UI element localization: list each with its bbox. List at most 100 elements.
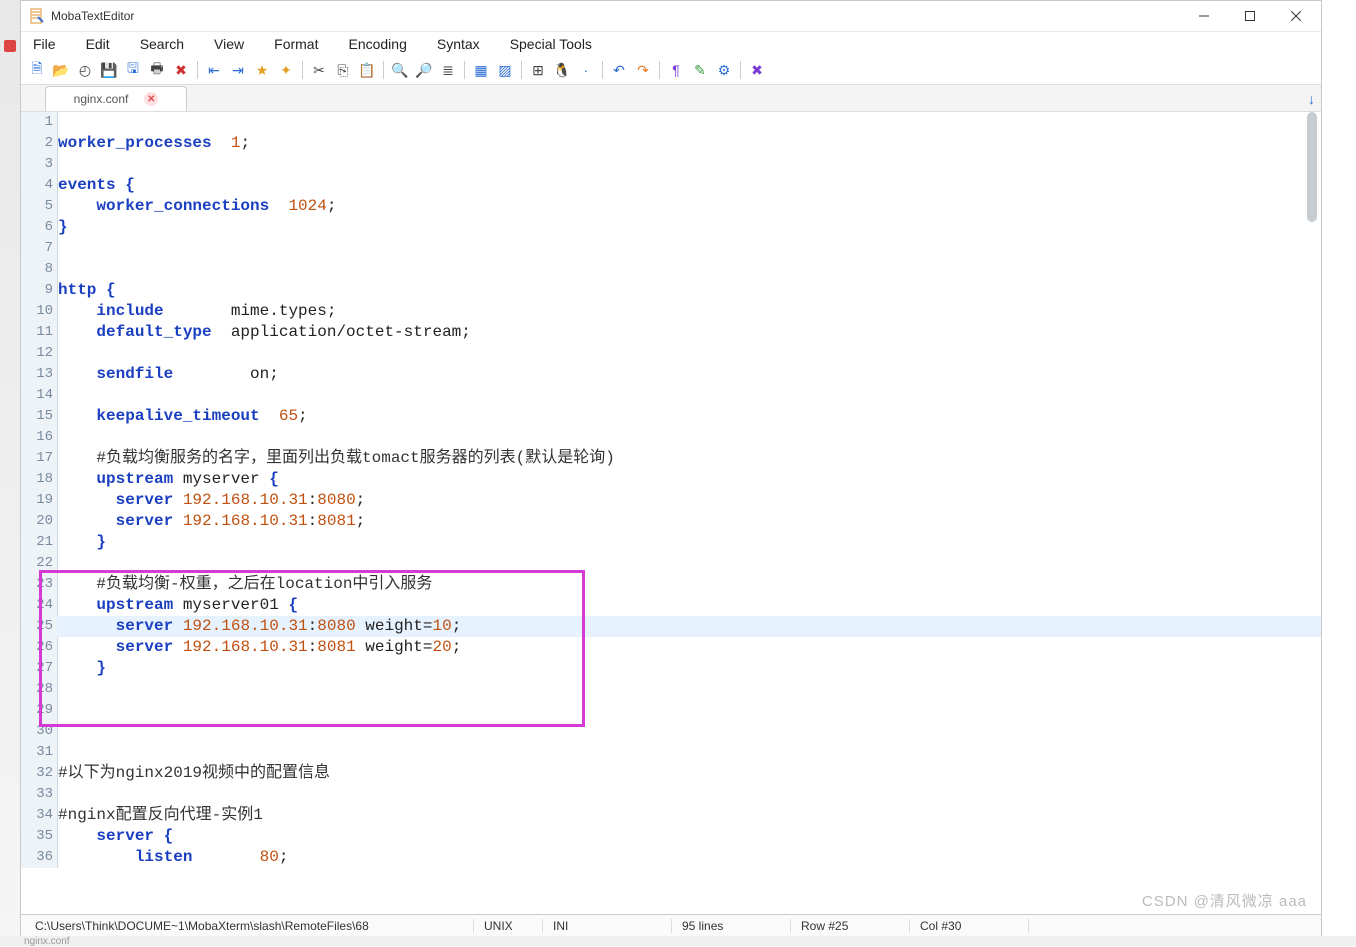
app-window: MobaTextEditor FileEditSearchViewFormatE… (20, 0, 1322, 938)
line-number: 35 (21, 826, 53, 847)
toolbar-separator (602, 61, 603, 79)
close-window-button[interactable] (1273, 1, 1319, 31)
code-line[interactable]: server 192.168.10.31:8080 weight=10; (57, 616, 1321, 637)
app-icon (29, 8, 45, 24)
line-number: 26 (21, 637, 53, 658)
code-line[interactable]: server 192.168.10.31:8080; (57, 490, 1321, 511)
bookmark-add-icon[interactable]: ✦ (276, 60, 296, 80)
settings-gear-icon[interactable]: ⚙ (714, 60, 734, 80)
search-icon[interactable]: 🔍 (390, 60, 410, 80)
code-line[interactable]: keepalive_timeout 65; (57, 406, 1321, 427)
code-line[interactable]: include mime.types; (57, 301, 1321, 322)
code-line[interactable]: sendfile on; (57, 364, 1321, 385)
close-tab-icon[interactable]: ✕ (144, 92, 158, 106)
code-line[interactable]: } (57, 217, 1321, 238)
code-area[interactable]: worker_processes 1; events { worker_conne… (57, 112, 1321, 868)
code-line[interactable] (57, 700, 1321, 721)
code-line[interactable]: #以下为nginx2019视频中的配置信息 (57, 763, 1321, 784)
code-line[interactable] (57, 154, 1321, 175)
code-line[interactable] (57, 238, 1321, 259)
tab-dropdown-icon[interactable]: ↓ (1308, 91, 1315, 107)
code-line[interactable] (57, 679, 1321, 700)
code-line[interactable]: server { (57, 826, 1321, 847)
unix-to-win-icon[interactable]: ▨ (495, 60, 515, 80)
code-line[interactable]: server 192.168.10.31:8081 weight=20; (57, 637, 1321, 658)
menu-syntax[interactable]: Syntax (433, 34, 484, 54)
outdent-icon[interactable]: ⇤ (204, 60, 224, 80)
reload-icon[interactable]: ◴ (75, 60, 95, 80)
menu-view[interactable]: View (210, 34, 248, 54)
close-icon[interactable]: ✖ (171, 60, 191, 80)
find-replace-icon[interactable]: 🔎 (414, 60, 434, 80)
line-number: 23 (21, 574, 53, 595)
menu-format[interactable]: Format (270, 34, 322, 54)
toolbar: 🗎📂◴💾🖫🖶✖⇤⇥★✦✂⎘📋🔍🔎≣▦▨⊞🐧∙↶↷¶✎⚙✖ (21, 56, 1321, 85)
code-line[interactable] (57, 385, 1321, 406)
windows-icon[interactable]: ⊞ (528, 60, 548, 80)
linux-icon[interactable]: 🐧 (552, 60, 572, 80)
code-line[interactable]: listen 80; (57, 847, 1321, 868)
code-line[interactable]: default_type application/octet-stream; (57, 322, 1321, 343)
code-line[interactable] (57, 784, 1321, 805)
menu-special-tools[interactable]: Special Tools (506, 34, 596, 54)
status-eol: UNIX (476, 919, 543, 933)
print-icon[interactable]: 🖶 (147, 60, 167, 80)
win-to-unix-icon[interactable]: ▦ (471, 60, 491, 80)
menu-search[interactable]: Search (136, 34, 188, 54)
code-line[interactable]: #负载均衡-权重，之后在location中引入服务 (57, 574, 1321, 595)
code-line[interactable] (57, 343, 1321, 364)
cut-icon[interactable]: ✂ (309, 60, 329, 80)
list-icon[interactable]: ≣ (438, 60, 458, 80)
line-number: 24 (21, 595, 53, 616)
copy-icon[interactable]: ⎘ (333, 60, 353, 80)
code-line[interactable]: } (57, 532, 1321, 553)
status-filetype: INI (545, 919, 672, 933)
code-line[interactable] (57, 259, 1321, 280)
menubar: File Edit Search View Format Encoding Syntax Sp… (21, 32, 1321, 56)
maximize-button[interactable] (1227, 1, 1273, 31)
code-line[interactable]: #负载均衡服务的名字，里面列出负载tomact服务器的列表(默认是轮询) (57, 448, 1321, 469)
line-number: 36 (21, 847, 53, 868)
open-folder-icon[interactable]: 📂 (51, 60, 71, 80)
code-line[interactable] (57, 742, 1321, 763)
scrollbar-thumb[interactable] (1307, 112, 1317, 222)
line-number: 29 (21, 700, 53, 721)
save-all-icon[interactable]: 🖫 (123, 60, 143, 80)
line-number: 10 (21, 301, 53, 322)
code-line[interactable]: #nginx配置反向代理-实例1 (57, 805, 1321, 826)
toolbar-separator (383, 61, 384, 79)
exit-app-icon[interactable]: ✖ (747, 60, 767, 80)
paste-icon[interactable]: 📋 (357, 60, 377, 80)
code-line[interactable]: upstream myserver { (57, 469, 1321, 490)
code-line[interactable] (57, 721, 1321, 742)
code-line[interactable]: worker_connections 1024; (57, 196, 1321, 217)
code-line[interactable] (57, 427, 1321, 448)
highlight-icon[interactable]: ✎ (690, 60, 710, 80)
code-line[interactable] (57, 553, 1321, 574)
code-line[interactable]: http { (57, 280, 1321, 301)
undo-icon[interactable]: ↶ (609, 60, 629, 80)
menu-encoding[interactable]: Encoding (344, 34, 410, 54)
file-tab[interactable]: nginx.conf ✕ (45, 86, 187, 111)
redo-icon[interactable]: ↷ (633, 60, 653, 80)
line-number: 7 (21, 238, 53, 259)
indent-icon[interactable]: ⇥ (228, 60, 248, 80)
menu-edit[interactable]: Edit (82, 34, 114, 54)
code-line[interactable]: } (57, 658, 1321, 679)
save-icon[interactable]: 💾 (99, 60, 119, 80)
code-line[interactable] (57, 112, 1321, 133)
code-line[interactable]: server 192.168.10.31:8081; (57, 511, 1321, 532)
bookmark-icon[interactable]: ★ (252, 60, 272, 80)
vertical-scrollbar[interactable] (1305, 112, 1319, 914)
code-line[interactable]: worker_processes 1; (57, 133, 1321, 154)
line-number: 11 (21, 322, 53, 343)
code-line[interactable]: events { (57, 175, 1321, 196)
minimize-button[interactable] (1181, 1, 1227, 31)
line-number: 27 (21, 658, 53, 679)
apple-icon[interactable]: ∙ (576, 60, 596, 80)
pilcrow-icon[interactable]: ¶ (666, 60, 686, 80)
editor[interactable]: 1234567891011121314151617181920212223242… (21, 112, 1321, 914)
code-line[interactable]: upstream myserver01 { (57, 595, 1321, 616)
menu-file[interactable]: File (29, 34, 60, 54)
new-file-icon[interactable]: 🗎 (27, 60, 47, 80)
